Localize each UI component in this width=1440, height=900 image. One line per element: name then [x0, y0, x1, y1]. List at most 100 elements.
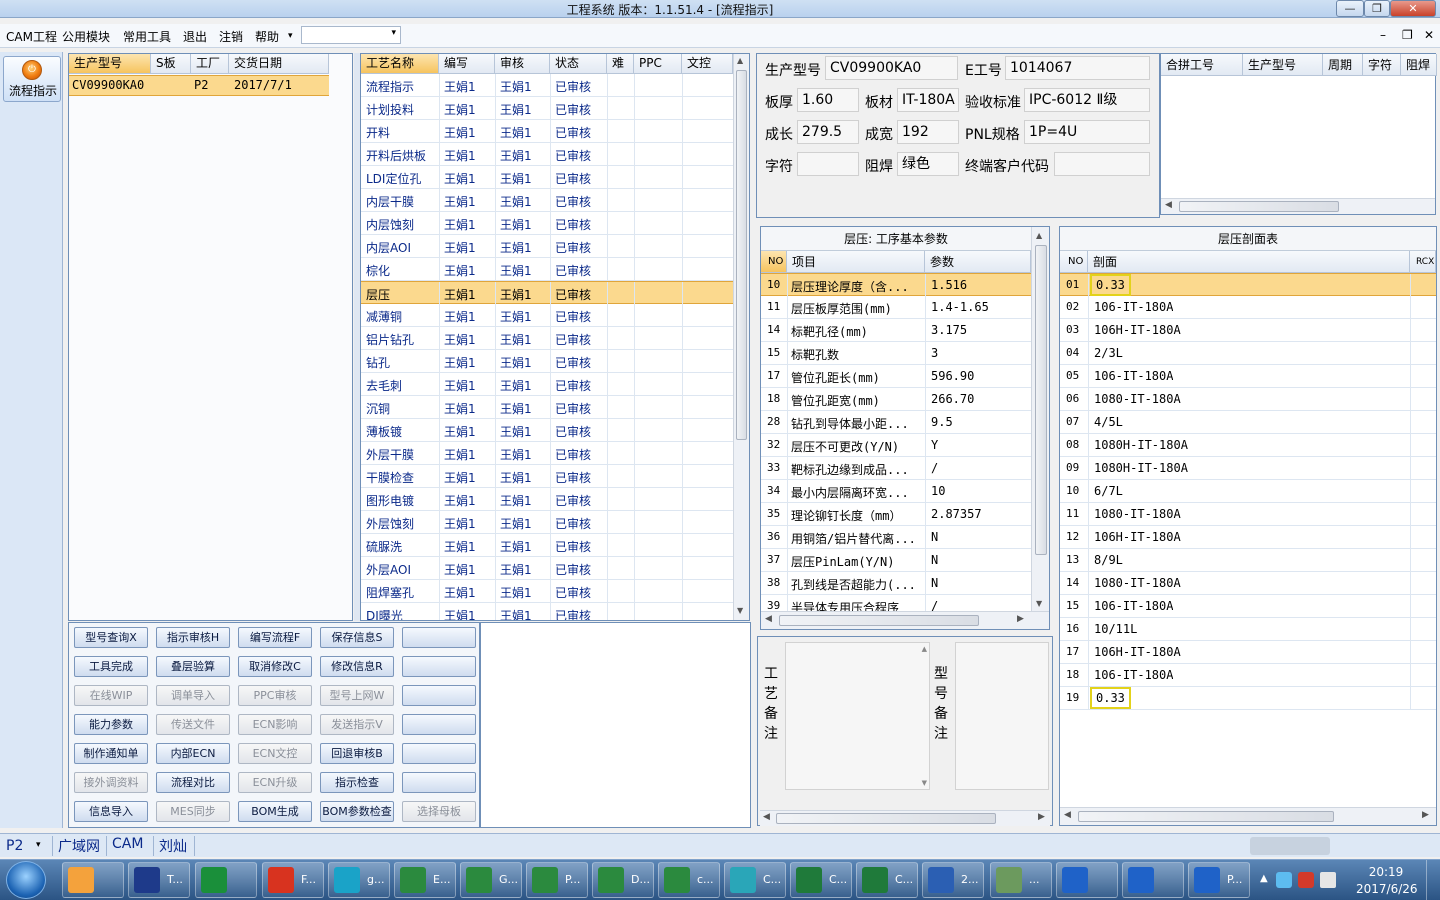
- accept-field[interactable]: IPC-6012 Ⅱ级: [1024, 88, 1150, 112]
- table-row[interactable]: 17 管位孔距长(mm) 596.90: [761, 365, 1031, 388]
- taskbar-button[interactable]: F...: [262, 862, 324, 898]
- blank-button[interactable]: [402, 627, 476, 648]
- scroll-up-icon[interactable]: ▲: [922, 645, 927, 653]
- menu-cam[interactable]: CAM工程: [6, 28, 57, 45]
- table-row[interactable]: 钻孔 王娟1 王娟1 已审核: [361, 350, 733, 373]
- table-row[interactable]: 07 4/5L: [1060, 411, 1436, 434]
- action-button[interactable]: ECN升级: [238, 772, 312, 793]
- mdi-restore-button[interactable]: ❐: [1402, 28, 1413, 42]
- action-button[interactable]: 内部ECN: [156, 743, 230, 764]
- col-header[interactable]: NO: [761, 251, 787, 273]
- scroll-left-icon[interactable]: ◀: [763, 812, 770, 822]
- scroll-thumb[interactable]: [1078, 811, 1334, 822]
- mdi-min-button[interactable]: –: [1380, 28, 1386, 42]
- process-remarks-textarea[interactable]: ▲ ▼: [785, 642, 930, 790]
- action-button[interactable]: 传送文件: [156, 714, 230, 735]
- scroll-down-icon[interactable]: ▼: [737, 606, 743, 615]
- table-row[interactable]: 外层干膜 王娟1 王娟1 已审核: [361, 442, 733, 465]
- col-header[interactable]: 参数: [925, 251, 1031, 273]
- close-button[interactable]: ✕: [1390, 0, 1436, 17]
- table-row[interactable]: 33 靶标孔边缘到成品... /: [761, 457, 1031, 480]
- menu-common-tools[interactable]: 常用工具: [123, 28, 171, 45]
- taskbar-button[interactable]: [1056, 862, 1118, 898]
- taskbar-button[interactable]: 2...: [922, 862, 984, 898]
- action-button[interactable]: 接外调资料: [74, 772, 148, 793]
- menu-help[interactable]: 帮助: [255, 28, 279, 45]
- table-row[interactable]: 08 1080H-IT-180A: [1060, 434, 1436, 457]
- scroll-left-icon[interactable]: ◀: [1064, 810, 1071, 820]
- action-button[interactable]: 指示检查: [320, 772, 394, 793]
- length-field[interactable]: 279.5: [797, 120, 859, 144]
- action-button[interactable]: 选择母板: [402, 801, 476, 822]
- col-header[interactable]: 编写: [439, 54, 495, 74]
- scroll-right-icon[interactable]: ▶: [1422, 810, 1429, 820]
- action-button[interactable]: ECN文控: [238, 743, 312, 764]
- scroll-thumb[interactable]: [776, 813, 996, 824]
- menu-exit[interactable]: 退出: [183, 28, 207, 45]
- table-row[interactable]: 流程指示 王娟1 王娟1 已审核: [361, 74, 733, 97]
- cust-field[interactable]: [1054, 152, 1150, 176]
- col-header[interactable]: 文控: [682, 54, 733, 74]
- scroll-down-icon[interactable]: ▼: [1036, 599, 1042, 608]
- col-header[interactable]: S板: [151, 54, 191, 74]
- clock[interactable]: 20:19 2017/6/26: [1356, 864, 1418, 898]
- pnl-field[interactable]: 1P=4U: [1024, 120, 1150, 144]
- table-row[interactable]: 32 层压不可更改(Y/N) Y: [761, 434, 1031, 457]
- blank-button[interactable]: [402, 743, 476, 764]
- table-row[interactable]: 13 8/9L: [1060, 549, 1436, 572]
- scroll-thumb[interactable]: [1035, 245, 1047, 555]
- taskbar-button[interactable]: c...: [658, 862, 720, 898]
- col-header[interactable]: 难: [607, 54, 634, 74]
- table-row[interactable]: 内层AOI 王娟1 王娟1 已审核: [361, 235, 733, 258]
- mdi-close-button[interactable]: ✕: [1424, 28, 1434, 42]
- action-button[interactable]: 指示审核H: [156, 627, 230, 648]
- section-hscroll[interactable]: ◀ ▶: [1060, 807, 1436, 825]
- blank-button[interactable]: [402, 656, 476, 677]
- table-row[interactable]: 开料后烘板 王娟1 王娟1 已审核: [361, 143, 733, 166]
- blank-button[interactable]: [402, 714, 476, 735]
- char-field[interactable]: [797, 152, 859, 176]
- language-bar[interactable]: [1250, 837, 1330, 855]
- table-row[interactable]: 05 106-IT-180A: [1060, 365, 1436, 388]
- menu-common-modules[interactable]: 公用模块: [62, 28, 110, 45]
- table-row[interactable]: 17 106H-IT-180A: [1060, 641, 1436, 664]
- process-scrollbar[interactable]: ▲ ▼: [733, 54, 749, 620]
- table-row[interactable]: 01 0.33: [1060, 273, 1436, 297]
- tray-app-icon[interactable]: [1276, 872, 1292, 888]
- table-row[interactable]: 28 钻孔到导体最小距... 9.5: [761, 411, 1031, 434]
- taskbar-button[interactable]: P...: [526, 862, 588, 898]
- col-header[interactable]: 合拼工号: [1161, 54, 1243, 76]
- tray-icons[interactable]: ▲: [1260, 868, 1360, 892]
- action-button[interactable]: 能力参数: [74, 714, 148, 735]
- scroll-up-icon[interactable]: ▲: [737, 56, 743, 65]
- table-row[interactable]: 计划投料 王娟1 王娟1 已审核: [361, 97, 733, 120]
- material-field[interactable]: IT-180A: [897, 88, 959, 112]
- table-row[interactable]: 10 6/7L: [1060, 480, 1436, 503]
- action-button[interactable]: 回退审核B: [320, 743, 394, 764]
- col-header[interactable]: 阻焊: [1401, 54, 1437, 76]
- table-row[interactable]: 11 层压板厚范围(mm) 1.4-1.65: [761, 296, 1031, 319]
- table-row[interactable]: 04 2/3L: [1060, 342, 1436, 365]
- col-header[interactable]: NO: [1060, 251, 1088, 273]
- thickness-field[interactable]: 1.60: [797, 88, 859, 112]
- menu-logout[interactable]: 注销: [219, 28, 243, 45]
- col-header[interactable]: 审核: [495, 54, 550, 74]
- table-row[interactable]: 19 0.33: [1060, 687, 1436, 710]
- scroll-right-icon[interactable]: ▶: [1038, 812, 1045, 822]
- model-remarks-textarea[interactable]: [955, 642, 1049, 790]
- action-button[interactable]: 型号上网W: [320, 685, 394, 706]
- scroll-thumb[interactable]: [1179, 201, 1339, 212]
- table-row[interactable]: 14 1080-IT-180A: [1060, 572, 1436, 595]
- action-button[interactable]: 流程对比: [156, 772, 230, 793]
- table-row[interactable]: 14 标靶孔径(mm) 3.175: [761, 319, 1031, 342]
- col-header[interactable]: 工艺名称: [361, 54, 439, 74]
- table-row[interactable]: 34 最小内层隔离环宽... 10: [761, 480, 1031, 503]
- action-button[interactable]: 型号查询X: [74, 627, 148, 648]
- col-header[interactable]: 状态: [550, 54, 607, 74]
- action-button[interactable]: PPC审核: [238, 685, 312, 706]
- table-row[interactable]: 铝片钻孔 王娟1 王娟1 已审核: [361, 327, 733, 350]
- col-header[interactable]: 工厂: [191, 54, 229, 74]
- action-button[interactable]: 信息导入: [74, 801, 148, 822]
- params-hscroll[interactable]: ◀ ▶: [761, 611, 1049, 629]
- action-button[interactable]: 工具完成: [74, 656, 148, 677]
